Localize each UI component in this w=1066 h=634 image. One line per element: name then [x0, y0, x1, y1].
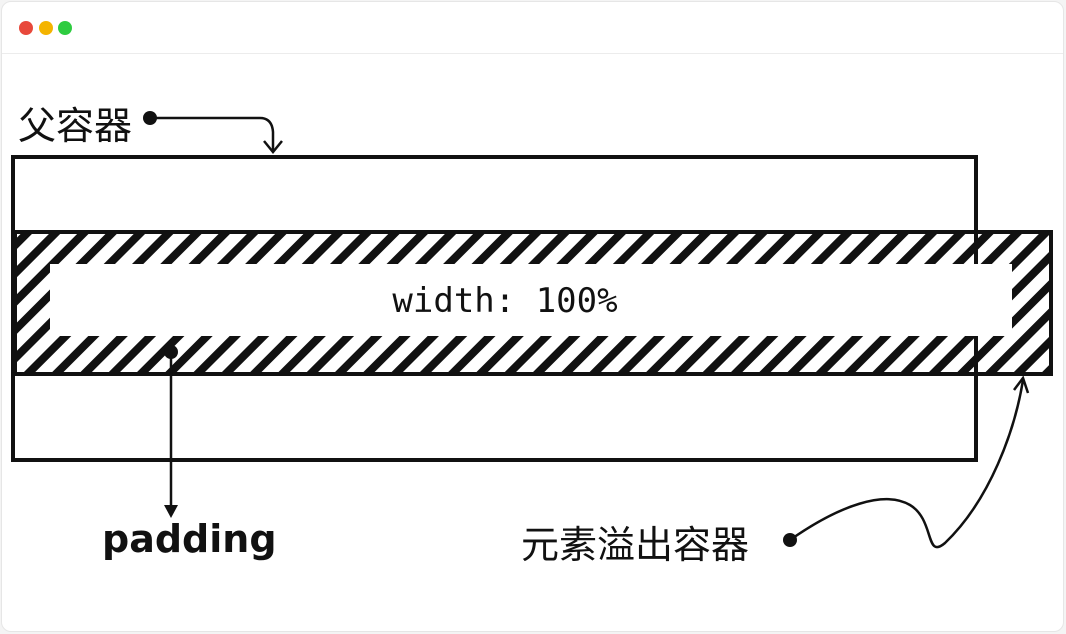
child-width-label: width: 100% [392, 281, 617, 321]
parent-pointer-arrow [143, 111, 283, 154]
padding-label: padding [102, 517, 277, 561]
overflow-label: 元素溢出容器 [521, 523, 749, 567]
box-model-diagram: 父容器 width: 100% padding 元素溢出容器 [11, 104, 1053, 567]
parent-container-label: 父容器 [18, 104, 132, 148]
